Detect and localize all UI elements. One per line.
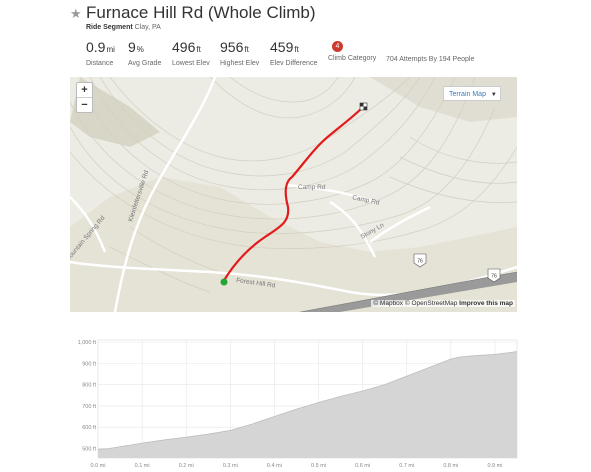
y-tick-label: 1,000 ft [78,340,97,346]
y-tick-label: 600 ft [82,425,96,431]
stat-label: Highest Elev [220,60,260,67]
stat-climb-category: 4 Climb Category [328,38,376,62]
stat-value: 459 [270,39,294,55]
terrain-map-label: Terrain Map [449,91,486,98]
x-tick-label: 0.7 mi [399,463,414,469]
terrain-map-dropdown[interactable]: Terrain Map ▼ [443,86,501,101]
stat-unit: ft [244,45,249,54]
climb-category-badge: 4 [332,41,343,52]
zoom-in-button[interactable]: + [77,83,92,97]
stat-unit: mi [106,45,115,54]
x-tick-label: 0.1 mi [135,463,150,469]
x-tick-label: 0.4 mi [267,463,282,469]
stat-label: Elev Difference [270,60,318,67]
zoom-out-button[interactable]: − [77,97,92,112]
route-76-label: 76 [417,259,423,265]
stat-value: 9 [128,39,136,55]
stat-elev-difference: 459ft Elev Difference [270,38,317,67]
elevation-chart[interactable]: 500 ft 600 ft 700 ft 800 ft 900 ft 1,000 ft 0.… [70,338,520,472]
stat-lowest-elev: 496ft Lowest Elev [172,38,210,67]
x-tick-label: 0.5 mi [311,463,326,469]
stat-label: Climb Category [328,55,377,62]
stat-value: 496 [172,39,196,55]
y-tick-label: 700 ft [82,404,96,410]
segment-start-marker [220,278,228,286]
zoom-controls: + − [76,82,93,113]
osm-attribution-link[interactable]: © OpenStreetMap [405,300,457,307]
stat-avg-grade: 9% Avg Grade [128,38,161,67]
page-title: Furnace Hill Rd (Whole Climb) [86,3,316,22]
y-tick-label: 800 ft [82,383,96,389]
stat-unit: % [136,45,144,54]
segment-type: Ride Segment [86,24,133,31]
stat-value: 0.9 [86,39,106,55]
improve-map-link[interactable]: Improve this map [459,300,513,307]
route-76-label: 76 [491,274,497,280]
stat-unit: ft [294,45,299,54]
stat-value: 956 [220,39,244,55]
map-label-camp-rd: Camp Rd [298,184,326,191]
x-tick-label: 0.2 mi [179,463,194,469]
star-icon[interactable]: ★ [70,6,82,22]
x-tick-label: 0.6 mi [355,463,370,469]
attempts-count: 704 Attempts By 194 People [386,56,475,63]
y-tick-label: 500 ft [82,446,96,452]
x-tick-label: 0.9 mi [487,463,502,469]
mapbox-attribution-link[interactable]: © Mapbox [373,300,403,307]
stat-label: Avg Grade [128,60,162,67]
y-tick-label: 900 ft [82,361,96,367]
segment-map[interactable]: Camp Rd Camp Rd Stony Ln Forest Hill Rd … [70,77,517,312]
map-canvas[interactable]: Camp Rd Camp Rd Stony Ln Forest Hill Rd … [70,77,517,312]
stat-distance: 0.9mi Distance [86,38,115,67]
stat-highest-elev: 956ft Highest Elev [220,38,259,67]
segment-location: Clay, PA [134,24,161,31]
stat-label: Distance [86,60,114,67]
x-tick-label: 0.3 mi [223,463,238,469]
segment-subtitle: Ride Segment Clay, PA [86,24,161,31]
map-attribution: © Mapbox © OpenStreetMap Improve this ma… [371,300,515,307]
segment-finish-icon [359,102,368,111]
x-tick-label: 0.0 mi [91,463,106,469]
caret-down-icon: ▼ [490,92,497,98]
stat-label: Lowest Elev [172,60,210,67]
x-tick-label: 0.8 mi [443,463,458,469]
stat-unit: ft [196,45,201,54]
